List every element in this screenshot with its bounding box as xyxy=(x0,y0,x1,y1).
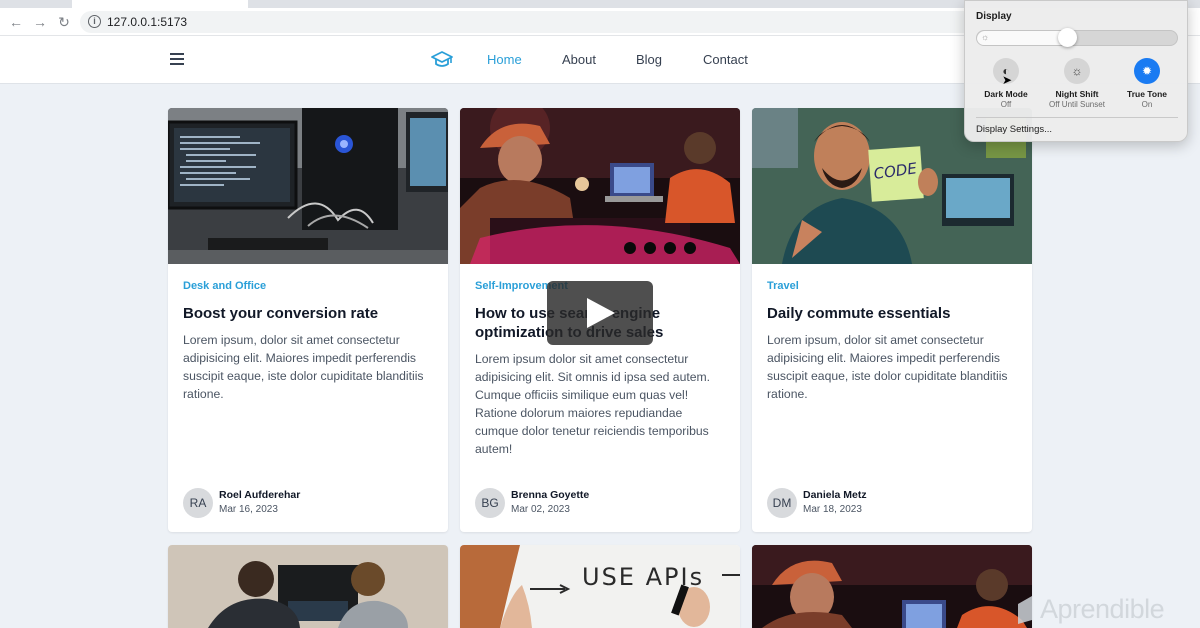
brightness-slider[interactable]: ☼ xyxy=(976,30,1178,46)
sun-icon: ☼ xyxy=(981,32,990,42)
forward-icon[interactable]: → xyxy=(30,12,50,32)
night-shift-status: Off Until Sunset xyxy=(1049,100,1105,109)
display-panel-title: Display xyxy=(976,11,1012,22)
post-image-whiteboard[interactable]: USE APIs xyxy=(460,545,740,628)
display-settings-link[interactable]: Display Settings... xyxy=(976,124,1052,135)
display-panel-divider xyxy=(976,117,1178,118)
mouse-pointer-icon: ➤ xyxy=(1002,73,1013,87)
author-avatar: RA xyxy=(183,488,213,518)
watermark: Aprendible xyxy=(1016,594,1192,628)
author-name: Brenna Goyette xyxy=(511,489,590,501)
post-title[interactable]: Daily commute essentials xyxy=(767,304,1019,323)
nav-contact-link[interactable]: Contact xyxy=(703,52,748,67)
night-shift-label: Night Shift xyxy=(1055,89,1099,99)
night-shift-icon[interactable]: ☼ xyxy=(1064,58,1090,84)
menu-icon[interactable] xyxy=(170,53,184,65)
true-tone-icon[interactable]: ✹ xyxy=(1134,58,1160,84)
true-tone-status: On xyxy=(1141,100,1153,109)
post-date: Mar 18, 2023 xyxy=(803,504,862,515)
site-info-icon[interactable]: i xyxy=(88,15,101,28)
dark-mode-label: Dark Mode xyxy=(984,89,1028,99)
post-card[interactable] xyxy=(168,545,448,628)
author-name: Roel Aufderehar xyxy=(219,489,301,501)
watermark-logo-icon xyxy=(1018,596,1032,624)
nav-about-link[interactable]: About xyxy=(562,52,596,67)
nav-home-link[interactable]: Home xyxy=(487,52,522,67)
post-image-self-improvement[interactable] xyxy=(752,545,1032,628)
reload-icon[interactable]: ↻ xyxy=(54,12,74,32)
post-category[interactable]: Travel xyxy=(767,280,799,292)
post-date: Mar 16, 2023 xyxy=(219,504,278,515)
post-date: Mar 02, 2023 xyxy=(511,504,570,515)
post-title[interactable]: Boost your conversion rate xyxy=(183,304,435,323)
brightness-slider-fill xyxy=(977,31,1068,45)
browser-tab[interactable] xyxy=(72,0,248,8)
brightness-slider-knob[interactable] xyxy=(1058,28,1077,47)
post-excerpt: Lorem ipsum dolor sit amet consectetur a… xyxy=(475,352,711,456)
post-card[interactable]: CODE Travel Daily commute essentials Lor… xyxy=(752,108,1032,532)
post-image-team[interactable] xyxy=(168,545,448,628)
nav-blog-link[interactable]: Blog xyxy=(636,52,662,67)
dark-mode-status: Off xyxy=(1000,100,1012,109)
post-image-self-improvement[interactable] xyxy=(460,108,740,264)
graduation-cap-logo-icon[interactable] xyxy=(431,50,453,70)
post-image-desk-office[interactable] xyxy=(168,108,448,264)
author-avatar: DM xyxy=(767,488,797,518)
post-excerpt: Lorem ipsum, dolor sit amet consectetur … xyxy=(767,333,1008,401)
post-category[interactable]: Desk and Office xyxy=(183,280,266,292)
watermark-text: Aprendible xyxy=(1040,594,1165,624)
post-excerpt: Lorem ipsum, dolor sit amet consectetur … xyxy=(183,333,424,401)
video-play-button[interactable] xyxy=(547,281,653,345)
back-icon[interactable]: ← xyxy=(6,12,26,32)
post-card[interactable]: Desk and Office Boost your conversion ra… xyxy=(168,108,448,532)
author-name: Daniela Metz xyxy=(803,489,867,501)
address-bar-url[interactable]: 127.0.0.1:5173 xyxy=(107,15,187,29)
true-tone-label: True Tone xyxy=(1127,89,1167,99)
post-card[interactable]: USE APIs xyxy=(460,545,740,628)
play-icon xyxy=(587,298,615,328)
post-card[interactable] xyxy=(752,545,1032,628)
address-bar[interactable]: i 127.0.0.1:5173 xyxy=(80,11,980,33)
author-avatar: BG xyxy=(475,488,505,518)
display-control-panel: Display ☼ ◐ Dark Mode Off ☼ Night Shift … xyxy=(964,0,1188,142)
